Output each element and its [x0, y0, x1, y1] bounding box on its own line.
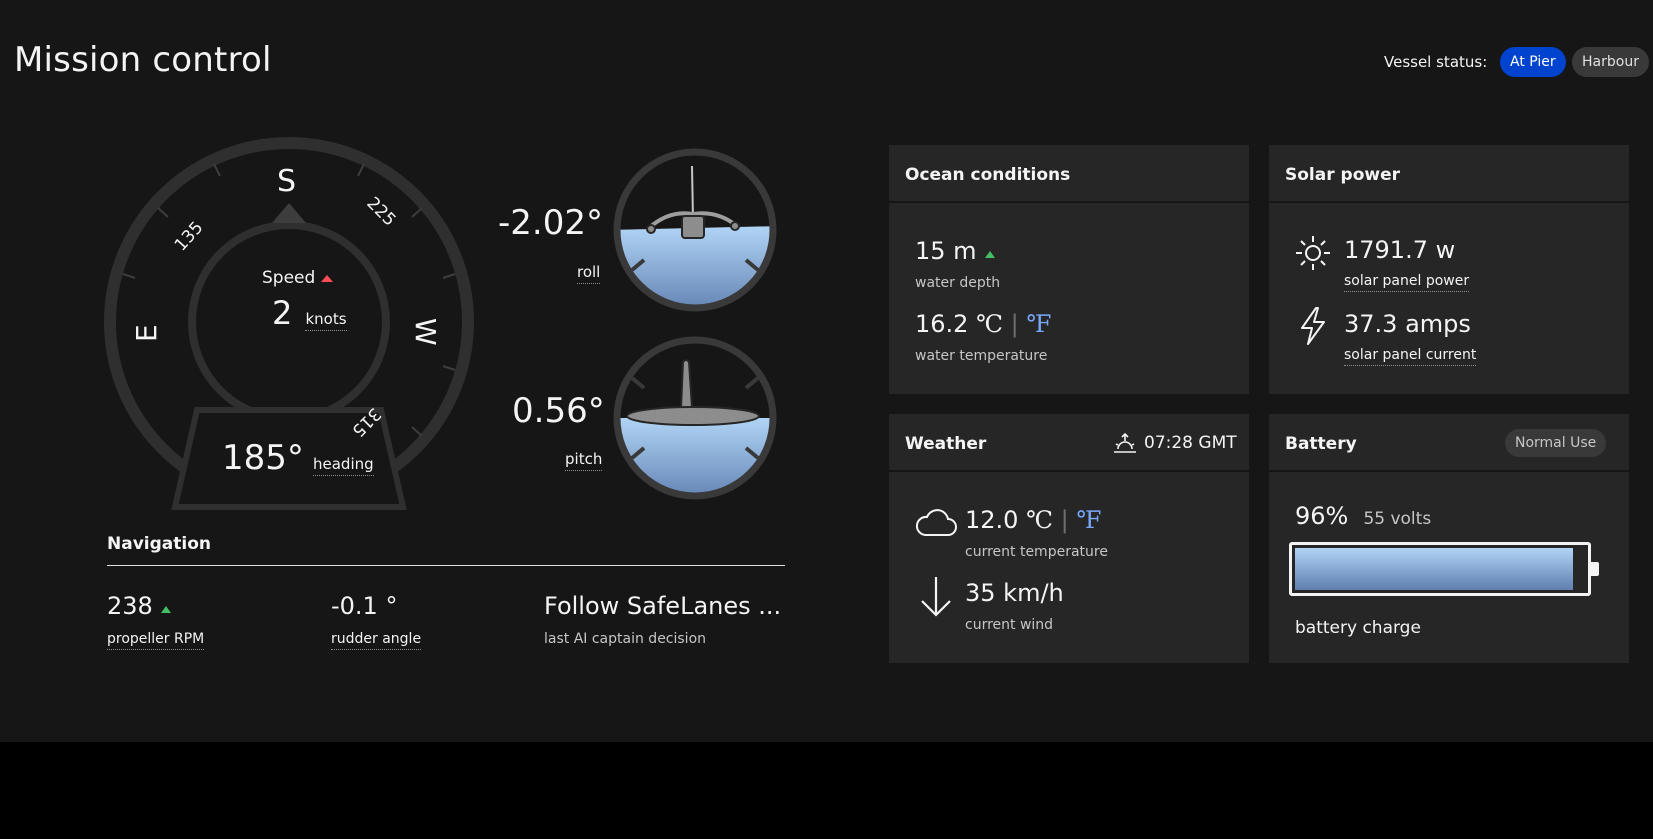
battery-tile-header: Battery Normal Use	[1269, 414, 1629, 472]
navigation-title: Navigation	[107, 534, 211, 554]
water-depth-value: 15 m	[915, 237, 977, 265]
navigation-divider	[107, 565, 785, 566]
rudder-value: -0.1 °	[331, 592, 398, 620]
battery-mode-tag[interactable]: Normal Use	[1505, 429, 1607, 457]
weather-temp-label: current temperature	[965, 544, 1108, 560]
weather-tile-title: Weather	[905, 434, 987, 454]
ocean-conditions-tile: Ocean conditions 15 m water depth 16.2 ℃…	[889, 145, 1249, 394]
ai-decision-value[interactable]: Follow SafeLanes ...	[544, 592, 781, 620]
depth-up-indicator-icon	[984, 251, 995, 258]
pitch-value: 0.56°	[512, 391, 605, 431]
ai-decision-label: last AI captain decision	[544, 631, 707, 647]
weather-temp-value: 12.0	[965, 506, 1019, 534]
battery-tile-title: Battery	[1285, 434, 1357, 454]
battery-readout: 96% 55 volts	[1295, 502, 1431, 530]
water-temp-separator: |	[1010, 310, 1019, 338]
wind-direction-arrow-icon	[921, 577, 951, 617]
rpm-value: 238	[107, 592, 153, 620]
weather-tile: Weather 07:28 GMT 12.0 ℃ | ℉ current tem…	[889, 414, 1249, 663]
battery-volts: 55 volts	[1363, 509, 1432, 529]
roll-value: -2.02°	[498, 203, 603, 243]
solar-current-value: 37.3 amps	[1344, 310, 1471, 338]
ocean-tile-header: Ocean conditions	[889, 145, 1249, 203]
battery-terminal	[1591, 562, 1599, 576]
heading-readout: 185° heading	[222, 438, 374, 478]
water-temp-value: 16.2	[915, 310, 969, 338]
heading-label[interactable]: heading	[313, 455, 374, 476]
compass-label-s: S	[277, 164, 296, 199]
lightning-icon	[1301, 307, 1325, 345]
wind-label: current wind	[965, 617, 1054, 633]
sun-icon	[1296, 236, 1330, 270]
roll-label[interactable]: roll	[577, 263, 601, 284]
battery-fill	[1295, 548, 1573, 590]
pitch-gauge	[613, 336, 777, 500]
roll-gauge	[613, 148, 777, 312]
rpm-label[interactable]: propeller RPM	[107, 631, 205, 650]
nav-item-rpm: 238	[107, 592, 171, 620]
battery-tile: Battery Normal Use 96% 55 volts battery …	[1269, 414, 1629, 663]
wind-value: 35 km/h	[965, 579, 1064, 607]
status-tag-harbour[interactable]: Harbour	[1572, 47, 1649, 77]
status-tag-at-pier[interactable]: At Pier	[1500, 47, 1566, 77]
roll-water	[618, 226, 772, 307]
page-title: Mission control	[14, 40, 272, 80]
weather-temp-readout: 12.0 ℃ | ℉	[965, 506, 1101, 534]
water-temp-unit-f[interactable]: ℉	[1026, 310, 1051, 338]
rpm-up-indicator-icon	[160, 606, 171, 613]
solar-power-value: 1791.7 w	[1344, 236, 1456, 264]
battery-percent: 96%	[1295, 502, 1349, 530]
water-temp-label: water temperature	[915, 348, 1048, 364]
compass-label-225: 225	[362, 193, 399, 230]
pitch-label[interactable]: pitch	[565, 450, 603, 471]
weather-temp-separator: |	[1060, 506, 1069, 534]
speed-up-indicator-icon	[321, 274, 334, 282]
sunrise-icon	[1114, 433, 1136, 453]
weather-temp-unit-c[interactable]: ℃	[1026, 506, 1053, 534]
speed-label: Speed	[262, 268, 316, 288]
battery-gauge	[1289, 542, 1591, 596]
water-depth-label: water depth	[915, 275, 1001, 291]
ocean-tile-title: Ocean conditions	[905, 165, 1071, 185]
speed-value: 2	[272, 294, 293, 332]
solar-power-label[interactable]: solar panel power	[1344, 273, 1470, 292]
solar-power-tile: Solar power 1791.7 w solar panel power 3…	[1269, 145, 1629, 394]
weather-temp-unit-f[interactable]: ℉	[1076, 506, 1101, 534]
battery-charge-label: battery charge	[1295, 618, 1421, 638]
app-root: Mission control Vessel status: At Pier H…	[0, 0, 1653, 742]
compass-label-135: 135	[171, 218, 208, 255]
solar-tile-header: Solar power	[1269, 145, 1629, 203]
water-depth-readout: 15 m	[915, 237, 995, 265]
weather-time: 07:28 GMT	[1144, 433, 1237, 453]
solar-tile-title: Solar power	[1285, 165, 1400, 185]
pitch-water	[618, 418, 772, 495]
water-temp-readout: 16.2 ℃ | ℉	[915, 310, 1051, 338]
speed-unit[interactable]: knots	[305, 310, 347, 331]
cloud-icon	[916, 509, 957, 536]
solar-current-label[interactable]: solar panel current	[1344, 347, 1477, 366]
heading-pointer	[272, 203, 306, 223]
heading-value: 185°	[222, 438, 304, 478]
compass-label-e: E	[130, 324, 163, 342]
rudder-label[interactable]: rudder angle	[331, 631, 422, 650]
weather-tile-header: Weather 07:28 GMT	[889, 414, 1249, 472]
water-temp-unit-c[interactable]: ℃	[976, 310, 1003, 338]
compass-label-w: W	[409, 318, 442, 346]
speed-readout: 2 knots	[272, 294, 347, 332]
vessel-status-label: Vessel status:	[1384, 53, 1488, 71]
speed-label-row: Speed	[262, 268, 334, 288]
